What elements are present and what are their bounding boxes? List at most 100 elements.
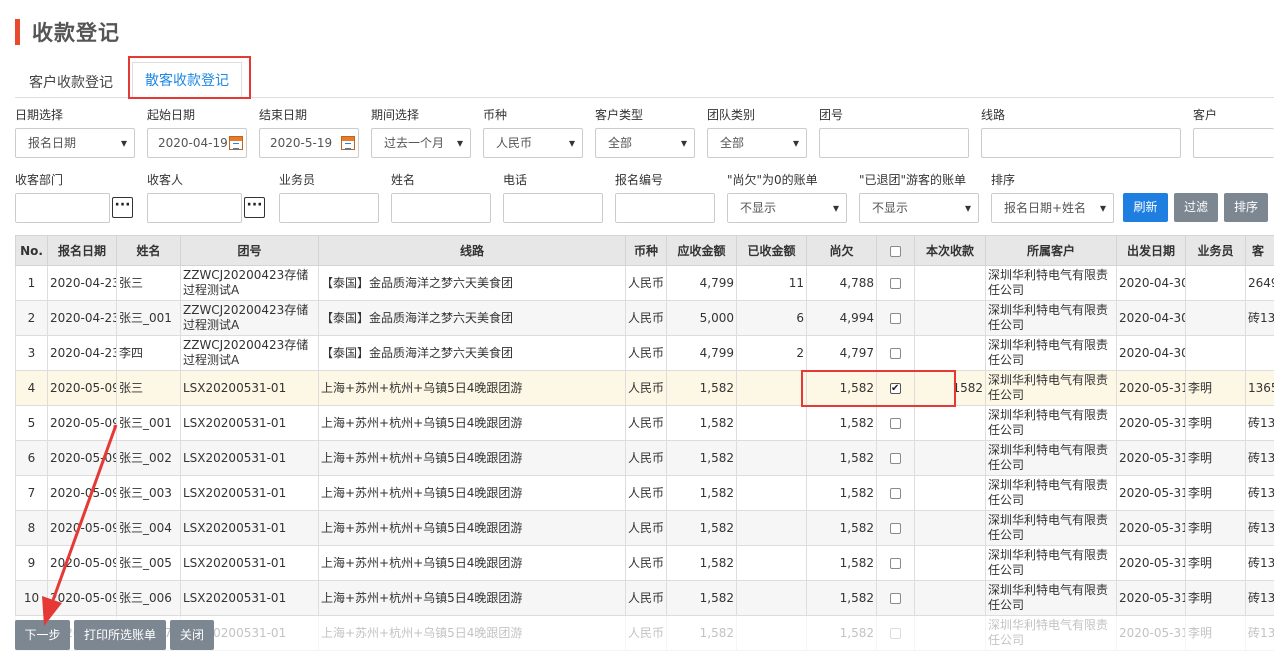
name-label: 姓名 <box>391 173 416 187</box>
col-header-team[interactable]: 团号 <box>180 235 319 266</box>
table-row[interactable]: 1 2020-04-23 张三 ZZWCJ20200423存储过程测试A 【泰国】金品质… <box>15 265 1274 301</box>
period-select[interactable]: 过去一个月 <box>371 128 471 158</box>
this-receipt-cell[interactable]: 1582 <box>914 370 986 406</box>
zero-owed-select[interactable]: 不显示 <box>727 193 847 223</box>
col-header-name[interactable]: 姓名 <box>116 235 181 266</box>
col-header-paid[interactable]: 已收金额 <box>736 235 807 266</box>
route-cell: 上海+苏州+杭州+乌镇5日4晚跟团游 <box>318 370 626 406</box>
date-type-select[interactable]: 报名日期 <box>15 128 135 158</box>
select-cell[interactable] <box>876 405 915 441</box>
dept-input[interactable] <box>15 193 110 223</box>
calendar-icon[interactable] <box>341 136 355 150</box>
select-cell[interactable] <box>876 265 915 301</box>
this-receipt-cell[interactable] <box>914 440 986 476</box>
table-row[interactable]: 9 2020-05-09 张三_005 LSX20200531-01 上海+苏州+杭州+… <box>15 545 1274 581</box>
currency-select[interactable]: 人民币 <box>483 128 583 158</box>
customer-type-select[interactable]: 全部 <box>595 128 695 158</box>
withdrawn-select[interactable]: 不显示 <box>859 193 979 223</box>
team-no-input[interactable] <box>819 128 969 158</box>
customer-input[interactable] <box>1193 128 1274 158</box>
row-number: 6 <box>15 440 48 476</box>
col-header-this-receipt[interactable]: 本次收款 <box>914 235 986 266</box>
this-receipt-cell[interactable] <box>914 510 986 546</box>
owed-amount-cell: 1,582 <box>806 545 877 581</box>
customer-cell: 深圳华利特电气有限责任公司 <box>985 580 1117 616</box>
this-receipt-cell[interactable] <box>914 405 986 441</box>
filter-button[interactable]: 过滤 <box>1174 193 1218 222</box>
select-cell[interactable] <box>876 300 915 336</box>
refresh-button[interactable]: 刷新 <box>1123 193 1168 222</box>
reg-date-cell: 2020-05-09 <box>47 580 117 616</box>
col-header-salesman[interactable]: 业务员 <box>1185 235 1246 266</box>
next-step-button[interactable]: 下一步 <box>15 620 70 650</box>
row-checkbox[interactable] <box>890 312 901 324</box>
depart-date-cell: 2020-05-31 <box>1116 545 1186 581</box>
select-cell[interactable] <box>876 335 915 371</box>
print-selected-button[interactable]: 打印所选账单 <box>74 620 166 650</box>
salesman-input[interactable] <box>279 193 379 223</box>
row-checkbox[interactable] <box>890 592 901 604</box>
page: 收款登记 客户收款登记 散客收款登记 日期选择 报名日期 起始日期 2020-0… <box>0 0 1274 651</box>
col-header-route[interactable]: 线路 <box>318 235 626 266</box>
this-receipt-cell[interactable] <box>914 580 986 616</box>
extra-cell: 砖136 张三 <box>1245 475 1274 511</box>
this-receipt-cell[interactable] <box>914 335 986 371</box>
currency-cell: 人民币 <box>625 335 667 371</box>
owed-amount-cell: 1,582 <box>806 440 877 476</box>
receiver-picker-button[interactable]: ··· <box>244 197 265 218</box>
start-date-input[interactable]: 2020-04-19 <box>147 128 247 158</box>
select-cell[interactable] <box>876 510 915 546</box>
select-cell[interactable] <box>876 370 915 406</box>
col-header-customer[interactable]: 所属客户 <box>985 235 1117 266</box>
table-row[interactable]: 2 2020-04-23 张三_001 ZZWCJ20200423存储过程测试A 【泰国… <box>15 300 1274 336</box>
row-checkbox[interactable] <box>890 557 901 569</box>
col-header-extra[interactable]: 客 <box>1245 235 1274 266</box>
this-receipt-cell[interactable] <box>914 545 986 581</box>
this-receipt-cell[interactable] <box>914 300 986 336</box>
select-all-checkbox[interactable] <box>890 245 901 257</box>
sort-select[interactable]: 报名日期+姓名 <box>991 193 1114 223</box>
col-header-owed[interactable]: 尚欠 <box>806 235 877 266</box>
tab-individual-receipt[interactable]: 散客收款登记 <box>132 62 242 98</box>
row-checkbox[interactable] <box>890 522 901 534</box>
col-header-due[interactable]: 应收金额 <box>666 235 737 266</box>
row-checkbox[interactable] <box>890 487 901 499</box>
row-checkbox[interactable] <box>890 417 901 429</box>
col-header-select-all[interactable] <box>876 235 915 266</box>
col-header-reg-date[interactable]: 报名日期 <box>47 235 117 266</box>
select-cell[interactable] <box>876 580 915 616</box>
col-header-depart[interactable]: 出发日期 <box>1116 235 1186 266</box>
calendar-icon[interactable] <box>229 136 243 150</box>
row-checkbox[interactable] <box>890 277 901 289</box>
select-cell[interactable] <box>876 475 915 511</box>
close-button[interactable]: 关闭 <box>170 620 214 650</box>
tab-customer-receipt[interactable]: 客户收款登记 <box>17 68 125 98</box>
table-row[interactable]: 10 2020-05-09 张三_006 LSX20200531-01 上海+苏州+杭州… <box>15 580 1274 616</box>
this-receipt-cell[interactable] <box>914 265 986 301</box>
table-row[interactable]: 4 2020-05-09 张三 LSX20200531-01 上海+苏州+杭州+乌镇5日… <box>15 370 1274 406</box>
select-cell[interactable] <box>876 440 915 476</box>
row-checkbox[interactable] <box>890 381 901 396</box>
table-row[interactable]: 5 2020-05-09 张三_001 LSX20200531-01 上海+苏州+杭州+… <box>15 405 1274 441</box>
select-cell[interactable] <box>876 545 915 581</box>
row-checkbox[interactable] <box>890 452 901 464</box>
end-date-input[interactable]: 2020-5-19 <box>259 128 359 158</box>
team-type-select[interactable]: 全部 <box>707 128 807 158</box>
route-input[interactable] <box>981 128 1181 158</box>
sort-button[interactable]: 排序 <box>1224 193 1268 222</box>
table-row[interactable]: 6 2020-05-09 张三_002 LSX20200531-01 上海+苏州+杭州+… <box>15 440 1274 476</box>
phone-input[interactable] <box>503 193 603 223</box>
depart-date-cell: 2020-05-31 <box>1116 510 1186 546</box>
row-checkbox[interactable] <box>890 347 901 359</box>
team-no-cell: LSX20200531-01 <box>180 545 319 581</box>
dept-picker-button[interactable]: ··· <box>112 197 133 218</box>
receiver-input[interactable] <box>147 193 242 223</box>
withdrawn-label: "已退团"游客的账单 <box>859 173 967 187</box>
reg-no-input[interactable] <box>615 193 715 223</box>
table-row[interactable]: 3 2020-04-23 李四 ZZWCJ20200423存储过程测试A 【泰国】金品质… <box>15 335 1274 371</box>
col-header-currency[interactable]: 币种 <box>625 235 667 266</box>
table-row[interactable]: 7 2020-05-09 张三_003 LSX20200531-01 上海+苏州+杭州+… <box>15 475 1274 511</box>
table-row[interactable]: 8 2020-05-09 张三_004 LSX20200531-01 上海+苏州+杭州+… <box>15 510 1274 546</box>
this-receipt-cell[interactable] <box>914 475 986 511</box>
name-input[interactable] <box>391 193 491 223</box>
